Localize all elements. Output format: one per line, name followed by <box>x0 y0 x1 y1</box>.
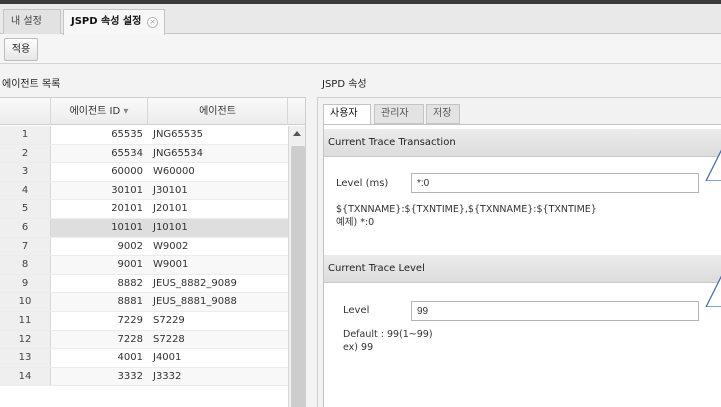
row-number: 5 <box>0 200 51 218</box>
table-row[interactable]: 5 20101 J20101 <box>0 200 288 219</box>
trace-transaction-example: 예제) *:0 <box>336 217 375 228</box>
agent-id-cell: 8882 <box>117 277 143 289</box>
table-row[interactable]: 13 4001 J4001 <box>0 349 288 368</box>
row-number: 8 <box>0 256 51 274</box>
row-number: 7 <box>0 237 51 256</box>
table-row[interactable]: 6 10101 J10101 <box>0 218 288 238</box>
sort-desc-icon: ▾ <box>123 106 129 117</box>
close-icon[interactable]: × <box>147 17 158 28</box>
table-row[interactable]: 11 7229 S7229 <box>0 311 288 331</box>
table-row[interactable]: 7 9002 W9002 <box>0 237 288 257</box>
trace-transaction-hint: ${TXNNAME}:${TXNTIME},${TXNNAME}:${TXNTI… <box>336 204 597 215</box>
agent-id-cell: 7229 <box>117 314 143 326</box>
table-row[interactable]: 4 30101 J30101 <box>0 181 288 201</box>
row-number: 9 <box>0 274 51 293</box>
triangle-decoration-icon <box>705 275 721 307</box>
row-number: 1 <box>0 126 51 144</box>
agent-name-cell: S7229 <box>153 314 185 326</box>
trace-level-default-hint: Default : 99(1~99) <box>343 329 433 340</box>
agent-name-cell: W9002 <box>153 240 189 252</box>
row-number: 10 <box>0 293 51 311</box>
subtab-user[interactable]: 사용자 <box>323 104 371 125</box>
section-header-trace-transaction: Current Trace Transaction <box>324 129 721 157</box>
agent-name-cell: J30101 <box>153 184 188 196</box>
agent-id-cell: 9001 <box>117 259 143 271</box>
agent-name-cell: J4001 <box>153 352 182 364</box>
row-number: 12 <box>0 330 51 349</box>
tab-my-settings[interactable]: 내 설정 <box>3 9 61 34</box>
grid-header: 에이전트 ID ▾ 에이전트 <box>0 98 305 125</box>
table-row[interactable]: 14 3332 J3332 <box>0 367 288 387</box>
agent-id-cell: 3332 <box>117 370 143 382</box>
table-row[interactable]: 3 60000 W60000 <box>0 163 288 182</box>
table-row[interactable]: 1 65535 JNG65535 <box>0 126 288 145</box>
agent-name-cell: JNG65534 <box>153 147 203 159</box>
jspd-panel: 사용자 관리자 저장 Current Trace Transaction Lev… <box>317 97 721 407</box>
agent-name-cell: JNG65535 <box>153 129 203 140</box>
row-number: 2 <box>0 144 51 163</box>
agent-id-cell: 65535 <box>111 129 143 140</box>
tab-bar: 내 설정 JSPD 속성 설정 × <box>0 4 721 35</box>
agent-id-cell: 20101 <box>111 203 143 215</box>
subtab-content: Current Trace Transaction Level (ms) ${T… <box>323 124 721 407</box>
table-row[interactable]: 10 8881 JEUS_8881_9088 <box>0 293 288 312</box>
trace-transaction-level-input[interactable] <box>411 173 699 193</box>
tab-label: 내 설정 <box>11 16 42 27</box>
row-number: 3 <box>0 163 51 181</box>
tab-label: JSPD 속성 설정 <box>71 16 142 27</box>
table-row[interactable]: 8 9001 W9001 <box>0 256 288 275</box>
agent-id-cell: 30101 <box>111 184 143 196</box>
agent-id-cell: 65534 <box>111 147 143 159</box>
agent-name-cell: JEUS_8882_9089 <box>153 277 237 289</box>
agent-list-title: 에이전트 목록 <box>2 79 61 90</box>
agent-name-cell: J3332 <box>153 370 182 382</box>
header-agent-id[interactable]: 에이전트 ID ▾ <box>51 98 148 125</box>
agent-name-cell: JEUS_8881_9088 <box>153 296 237 308</box>
agent-grid: 에이전트 ID ▾ 에이전트 1 65535 JNG65535 2 65534 JNG65… <box>0 97 306 407</box>
scroll-up-icon[interactable] <box>293 131 301 136</box>
table-row[interactable]: 2 65534 JNG65534 <box>0 144 288 164</box>
grid-rows: 1 65535 JNG65535 2 65534 JNG65534 3 60000 W60000… <box>0 126 288 387</box>
row-number: 4 <box>0 181 51 200</box>
agent-name-cell: J10101 <box>153 221 188 233</box>
tab-jspd-settings[interactable]: JSPD 속성 설정 × <box>63 9 165 35</box>
agent-name-cell: S7228 <box>153 333 185 345</box>
jspd-title: JSPD 속성 <box>322 79 367 90</box>
vertical-scrollbar[interactable] <box>288 126 305 407</box>
subtab-save[interactable]: 저장 <box>426 104 460 124</box>
row-number: 14 <box>0 367 51 386</box>
agent-id-cell: 9002 <box>117 240 143 252</box>
trace-transaction-level-label: Level (ms) <box>336 178 389 189</box>
header-spacer <box>288 98 305 125</box>
header-agent-name[interactable]: 에이전트 <box>148 98 288 125</box>
scrollbar-thumb[interactable] <box>291 146 305 407</box>
agent-id-cell: 8881 <box>117 296 143 308</box>
header-agent-id-label: 에이전트 ID <box>69 106 121 117</box>
row-number: 6 <box>0 218 51 237</box>
section-header-trace-level: Current Trace Level <box>324 255 721 283</box>
row-number: 13 <box>0 349 51 367</box>
subtab-admin[interactable]: 관리자 <box>374 104 424 124</box>
agent-name-cell: W60000 <box>153 166 195 178</box>
trace-level-input[interactable] <box>411 301 699 321</box>
table-row[interactable]: 12 7228 S7228 <box>0 330 288 350</box>
agent-id-cell: 7228 <box>117 333 143 345</box>
agent-id-cell: 4001 <box>117 352 143 364</box>
header-row-number <box>0 98 51 125</box>
row-number: 11 <box>0 311 51 330</box>
agent-id-cell: 60000 <box>111 166 143 178</box>
agent-id-cell: 10101 <box>111 221 143 233</box>
trace-level-example: ex) 99 <box>343 342 374 353</box>
table-row[interactable]: 9 8882 JEUS_8882_9089 <box>0 274 288 294</box>
toolbar: 적용 <box>0 35 721 64</box>
agent-name-cell: J20101 <box>153 203 188 215</box>
apply-button[interactable]: 적용 <box>4 38 38 61</box>
trace-level-label: Level <box>343 305 370 316</box>
agent-name-cell: W9001 <box>153 259 189 271</box>
